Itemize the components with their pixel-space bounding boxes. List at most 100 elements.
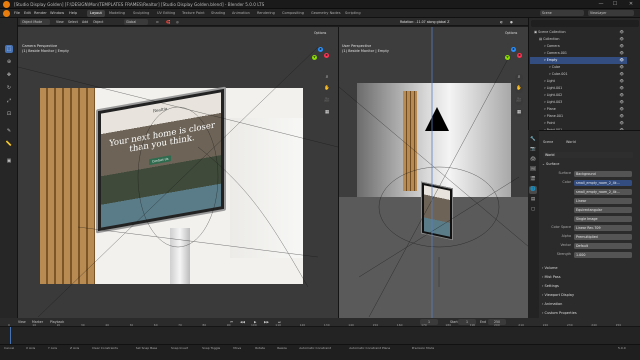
maximize-button[interactable]: ☐ bbox=[610, 1, 620, 8]
transform-tool-icon[interactable]: ⊡ bbox=[5, 110, 13, 118]
outliner-item[interactable]: ▿ Plane.001 👁 bbox=[530, 113, 627, 120]
visibility-eye-icon[interactable]: 👁 bbox=[620, 29, 624, 36]
tab-uv-editing[interactable]: UV Editing bbox=[154, 10, 178, 17]
scene-selector[interactable]: Scene bbox=[540, 10, 584, 16]
outliner-search-input[interactable] bbox=[531, 20, 639, 27]
render-props-icon[interactable]: 📷 bbox=[529, 146, 537, 154]
object-props-icon[interactable]: ▢ bbox=[529, 206, 537, 214]
visibility-eye-icon[interactable]: 👁 bbox=[620, 36, 624, 43]
viewport-overlays-icon[interactable]: ◐ bbox=[498, 19, 505, 25]
transform-orientation-dropdown[interactable]: Global bbox=[124, 19, 148, 25]
property-field[interactable]: Linear bbox=[574, 197, 632, 204]
select-menu[interactable]: Select bbox=[66, 19, 80, 25]
property-field[interactable]: Linear Rec.709 bbox=[574, 224, 632, 231]
tab-layout[interactable]: Layout bbox=[87, 10, 105, 17]
collection-props-icon[interactable]: ▤ bbox=[529, 196, 537, 204]
outliner-item[interactable]: ▿ Empty 👁 bbox=[530, 57, 627, 64]
property-field[interactable]: Single Image bbox=[574, 215, 632, 222]
outliner-item[interactable]: ▿ Light.001 👁 bbox=[530, 85, 627, 92]
tab-geometry-nodes[interactable]: Geometry Nodes bbox=[308, 10, 344, 17]
tab-animation[interactable]: Animation bbox=[229, 10, 253, 17]
outliner-item[interactable]: ▿ Light.003 👁 bbox=[530, 99, 627, 106]
viewport-shading-icon[interactable]: ● bbox=[508, 19, 515, 25]
property-field[interactable]: 1.000 bbox=[574, 251, 632, 258]
property-field[interactable]: small_empty_room_2_4k... bbox=[574, 179, 632, 186]
tab-scripting[interactable]: Scripting bbox=[342, 10, 364, 17]
select-box-tool-icon[interactable]: ⬚ bbox=[5, 45, 13, 53]
tab-texture-paint[interactable]: Texture Paint bbox=[179, 10, 208, 17]
view-layer-props-icon[interactable]: 🖼 bbox=[529, 166, 537, 174]
menu-help[interactable]: Help bbox=[69, 11, 77, 15]
timeline-view-menu[interactable]: View bbox=[16, 319, 28, 325]
prev-key-icon[interactable]: ◀◀ bbox=[238, 319, 247, 325]
outliner-item[interactable]: ▿ Camera.001 👁 bbox=[530, 50, 627, 57]
blender-menu-icon[interactable] bbox=[3, 10, 10, 17]
minimize-button[interactable]: — bbox=[596, 1, 606, 8]
visibility-eye-icon[interactable]: 👁 bbox=[620, 71, 624, 78]
visibility-eye-icon[interactable]: 👁 bbox=[620, 85, 624, 92]
settings-section[interactable]: › Settings bbox=[542, 283, 632, 290]
outliner-item[interactable]: ▿ Light 👁 bbox=[530, 78, 627, 85]
measure-tool-icon[interactable]: 📏 bbox=[5, 140, 13, 148]
output-props-icon[interactable]: 🖨 bbox=[529, 156, 537, 164]
property-field[interactable]: small_empty_room_2_4k... bbox=[574, 188, 632, 195]
right-viewport[interactable]: User Perspective (1) Beside Monitor | Em… bbox=[338, 27, 528, 318]
menu-edit[interactable]: Edit bbox=[24, 11, 31, 15]
scale-tool-icon[interactable]: ⤢ bbox=[5, 97, 13, 105]
right-pan-hand-icon[interactable]: ✋ bbox=[515, 85, 523, 93]
world-props-icon[interactable]: 🌐 bbox=[529, 186, 537, 194]
move-tool-icon[interactable]: ✥ bbox=[5, 71, 13, 79]
custom-properties-section[interactable]: › Custom Properties bbox=[542, 310, 632, 317]
grid-view-icon[interactable]: ▦ bbox=[323, 109, 331, 117]
pan-hand-icon[interactable]: ✋ bbox=[323, 85, 331, 93]
outliner-item[interactable]: ▿ Point 👁 bbox=[530, 120, 627, 127]
camera-view-icon[interactable]: 🎥 bbox=[323, 97, 331, 105]
visibility-eye-icon[interactable]: 👁 bbox=[620, 78, 624, 85]
left-viewport[interactable]: Camera Perspective (1) Beside Monitor | … bbox=[18, 27, 338, 318]
tab-sculpting[interactable]: Sculpting bbox=[130, 10, 152, 17]
world-selector[interactable]: World bbox=[543, 152, 633, 158]
property-field[interactable]: Premultiplied bbox=[574, 233, 632, 240]
visibility-eye-icon[interactable]: 👁 bbox=[620, 99, 624, 106]
object-menu[interactable]: Object bbox=[91, 19, 105, 25]
playhead[interactable] bbox=[10, 327, 11, 344]
outliner-item[interactable]: ▿ Camera 👁 bbox=[530, 43, 627, 50]
view-menu[interactable]: View bbox=[54, 19, 66, 25]
outliner-item[interactable]: ▿ Cube 👁 bbox=[530, 64, 627, 71]
visibility-eye-icon[interactable]: 👁 bbox=[620, 92, 624, 99]
right-gizmo-y-icon[interactable]: Y bbox=[505, 55, 510, 60]
right-gizmo-x-icon[interactable]: X bbox=[517, 53, 522, 58]
outliner-item[interactable]: ▿ Light.002 👁 bbox=[530, 92, 627, 99]
gizmo-z-icon[interactable]: Z bbox=[318, 47, 323, 52]
rotate-tool-icon[interactable]: ↻ bbox=[5, 84, 13, 92]
menu-render[interactable]: Render bbox=[34, 11, 47, 15]
tool-props-icon[interactable]: 🔧 bbox=[529, 136, 537, 144]
close-button[interactable]: ✕ bbox=[626, 1, 636, 8]
next-key-icon[interactable]: ▶▶ bbox=[262, 319, 271, 325]
pivot-icon[interactable]: ⊙ bbox=[154, 19, 161, 25]
scene-props-icon[interactable]: 🎬 bbox=[529, 176, 537, 184]
timeline-track[interactable] bbox=[0, 327, 640, 344]
visibility-eye-icon[interactable]: 👁 bbox=[620, 120, 624, 127]
gizmo-x-icon[interactable]: X bbox=[324, 53, 329, 58]
zoom-icon[interactable]: ⌕ bbox=[323, 74, 331, 82]
visibility-eye-icon[interactable]: 👁 bbox=[620, 57, 624, 64]
mist-section[interactable]: › Mist Pass bbox=[542, 274, 632, 281]
animation-section[interactable]: › Animation bbox=[542, 301, 632, 308]
right-grid-view-icon[interactable]: ▦ bbox=[515, 109, 523, 117]
surface-section[interactable]: ⌄ Surface bbox=[542, 161, 632, 168]
volume-section[interactable]: › Volume bbox=[542, 265, 632, 272]
tab-modeling[interactable]: Modeling bbox=[106, 10, 128, 17]
proportional-edit-icon[interactable]: ◎ bbox=[174, 19, 181, 25]
property-field[interactable]: Default bbox=[574, 242, 632, 249]
outliner-item[interactable]: ▤ Collection 👁 bbox=[530, 36, 627, 43]
menu-file[interactable]: File bbox=[14, 11, 20, 15]
viewport-display-section[interactable]: › Viewport Display bbox=[542, 292, 632, 299]
right-zoom-icon[interactable]: ⌕ bbox=[515, 74, 523, 82]
visibility-eye-icon[interactable]: 👁 bbox=[620, 113, 624, 120]
outliner-item[interactable]: ▣ Scene Collection 👁 bbox=[530, 29, 627, 36]
view-layer-selector[interactable]: ViewLayer bbox=[588, 10, 634, 16]
right-camera-view-icon[interactable]: 🎥 bbox=[515, 97, 523, 105]
property-field[interactable]: Equirectangular bbox=[574, 206, 632, 213]
outliner-item[interactable]: ▿ Plane 👁 bbox=[530, 106, 627, 113]
